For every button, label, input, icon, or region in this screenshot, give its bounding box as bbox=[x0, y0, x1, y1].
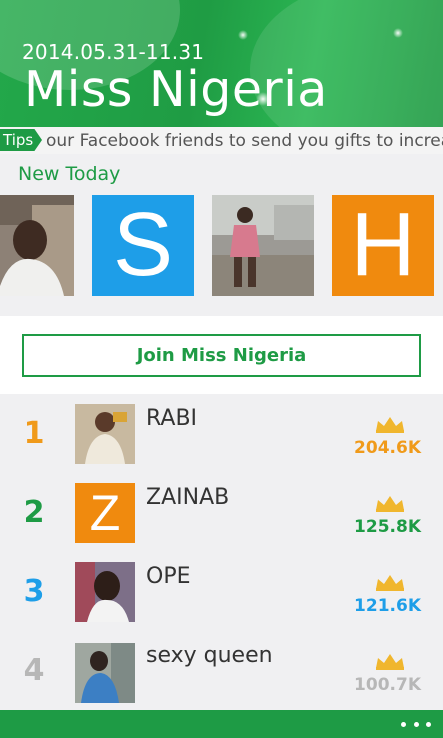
score: 204.6K bbox=[354, 438, 421, 458]
tips-text: our Facebook friends to send you gifts t… bbox=[46, 131, 443, 151]
crown-icon bbox=[376, 417, 404, 433]
app-bar bbox=[0, 710, 443, 738]
crown-icon bbox=[376, 575, 404, 591]
new-member-thumb[interactable]: S bbox=[92, 195, 194, 296]
page-title: Miss Nigeria bbox=[24, 61, 328, 118]
score: 121.6K bbox=[354, 596, 421, 616]
ranking-row[interactable]: 3 OPE 121.6K bbox=[0, 552, 443, 631]
more-icon[interactable] bbox=[401, 715, 431, 733]
sparkle-icon bbox=[393, 28, 403, 38]
avatar bbox=[75, 404, 135, 464]
join-button[interactable]: Join Miss Nigeria bbox=[22, 334, 421, 377]
person-photo-icon bbox=[75, 643, 135, 703]
person-photo-icon bbox=[0, 195, 74, 296]
ranking-row[interactable]: 1 RABI 204.6K bbox=[0, 394, 443, 473]
person-photo-icon bbox=[212, 195, 314, 296]
tips-badge: Tips bbox=[0, 129, 42, 151]
person-photo-icon bbox=[75, 404, 135, 464]
crown-icon bbox=[376, 654, 404, 670]
avatar: Z bbox=[75, 483, 135, 543]
crown-icon bbox=[376, 496, 404, 512]
more-dot bbox=[413, 721, 419, 727]
contestant-name: OPE bbox=[146, 564, 191, 589]
rank-number: 4 bbox=[23, 653, 45, 688]
ranking-list: 1 RABI 204.6K 2 Z ZAINAB 125.8K 3 OPE 12… bbox=[0, 394, 443, 710]
join-area: Join Miss Nigeria bbox=[0, 316, 443, 394]
rank-number: 3 bbox=[23, 574, 45, 609]
app-header: 2014.05.31-11.31 Miss Nigeria bbox=[0, 0, 443, 127]
more-dot bbox=[401, 721, 406, 727]
person-photo-icon bbox=[75, 562, 135, 622]
rank-number: 2 bbox=[23, 495, 45, 530]
tips-bar[interactable]: Tips our Facebook friends to send you gi… bbox=[0, 127, 443, 154]
avatar bbox=[75, 643, 135, 703]
avatar-letter: Z bbox=[89, 485, 121, 541]
avatar-letter: S bbox=[112, 195, 174, 295]
new-member-thumb[interactable] bbox=[0, 195, 74, 296]
new-member-thumb[interactable] bbox=[212, 195, 314, 296]
avatar bbox=[75, 562, 135, 622]
contestant-name: ZAINAB bbox=[146, 485, 230, 510]
new-member-thumb[interactable]: H bbox=[332, 195, 434, 296]
new-today-section: New Today S H bbox=[0, 154, 443, 316]
contestant-name: sexy queen bbox=[146, 643, 273, 668]
ranking-row[interactable]: 2 Z ZAINAB 125.8K bbox=[0, 473, 443, 552]
more-dot bbox=[426, 721, 431, 727]
avatar-letter: H bbox=[350, 195, 416, 295]
score: 100.7K bbox=[354, 675, 421, 695]
sparkle-icon bbox=[238, 30, 248, 40]
new-today-label: New Today bbox=[18, 163, 121, 185]
ranking-row[interactable]: 4 sexy queen 100.7K bbox=[0, 631, 443, 710]
score: 125.8K bbox=[354, 517, 421, 537]
contestant-name: RABI bbox=[146, 406, 198, 431]
rank-number: 1 bbox=[23, 416, 45, 451]
